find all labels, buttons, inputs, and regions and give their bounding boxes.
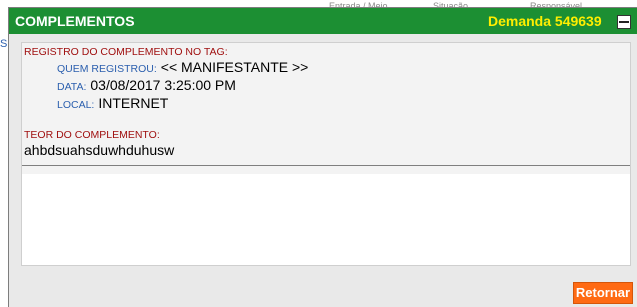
field-data: DATA: 03/08/2017 3:25:00 PM xyxy=(57,77,236,93)
field-value: << MANIFESTANTE >> xyxy=(160,59,309,75)
demanda-number: Demanda 549639 xyxy=(488,13,602,29)
dialog-titlebar[interactable]: COMPLEMENTOS Demanda 549639 xyxy=(9,8,637,34)
field-value: INTERNET xyxy=(98,95,169,111)
teor-text: ahbdsuahsduwhduhusw xyxy=(24,142,175,158)
field-label: LOCAL: xyxy=(57,99,95,111)
field-value: 03/08/2017 3:25:00 PM xyxy=(90,77,236,93)
retornar-button[interactable]: Retornar xyxy=(573,282,633,304)
field-label: QUEM REGISTROU: xyxy=(57,63,157,75)
field-local: LOCAL: INTERNET xyxy=(57,95,168,111)
field-quem-registrou: QUEM REGISTROU: << MANIFESTANTE >> xyxy=(57,59,308,75)
field-label: DATA: xyxy=(57,81,87,93)
minimize-icon[interactable] xyxy=(617,15,631,29)
divider xyxy=(22,165,630,166)
complementos-dialog: COMPLEMENTOS Demanda 549639 REGISTRO DO … xyxy=(8,7,637,307)
dialog-content: REGISTRO DO COMPLEMENTO NO TAG: QUEM REG… xyxy=(21,42,631,266)
complement-info-panel: REGISTRO DO COMPLEMENTO NO TAG: QUEM REG… xyxy=(22,43,630,174)
dialog-title: COMPLEMENTOS xyxy=(15,13,135,29)
section-registro-title: REGISTRO DO COMPLEMENTO NO TAG: xyxy=(24,46,228,58)
section-teor-title: TEOR DO COMPLEMENTO: xyxy=(24,129,160,141)
background-link[interactable]: S xyxy=(0,38,7,50)
